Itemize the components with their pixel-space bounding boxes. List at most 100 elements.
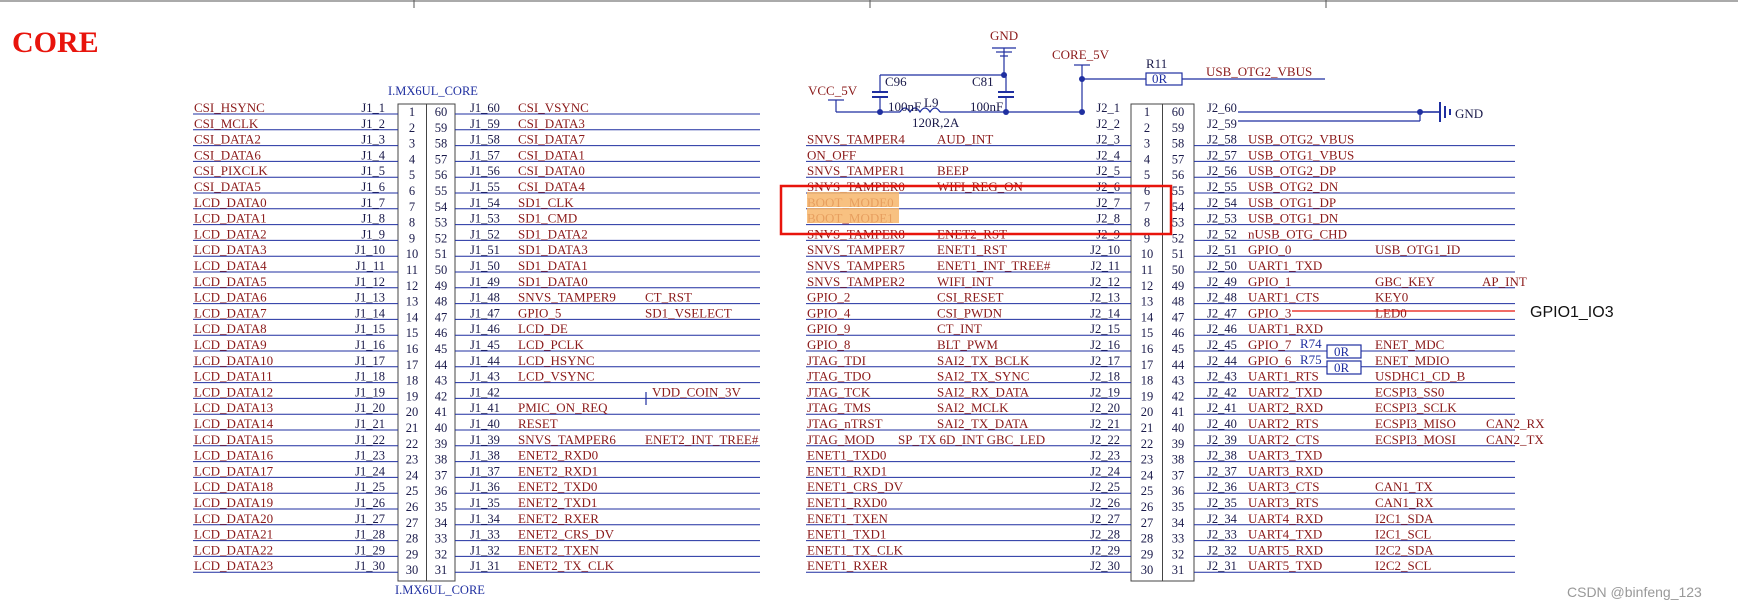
j2-pin-number-right: 34 (1172, 516, 1185, 530)
j1-left-net: LCD_DATA12 (194, 384, 273, 399)
j1-right-net-2: VDD_COIN_3V (652, 384, 741, 399)
j2-pin-number-right: 57 (1172, 152, 1185, 166)
j1-right-pin: J1_41 (470, 401, 500, 415)
j1-left-net: LCD_DATA14 (194, 416, 274, 431)
j2-left-net-2: CSI_RESET (937, 290, 1004, 305)
j1-left-pin: J1_9 (361, 227, 385, 241)
j1-right-pin: J1_33 (470, 528, 500, 542)
j1-left-net: LCD_DATA1 (194, 211, 267, 226)
j2-right-net: GPIO_1 (1248, 274, 1291, 289)
j1-pin-number-right: 57 (435, 152, 448, 166)
j2-pin-number-left: 1 (1144, 105, 1150, 119)
j2-right-net-2: I2C2_SDA (1375, 542, 1434, 557)
j2-right-pin: J2_47 (1207, 306, 1237, 320)
j1-pin-number-right: 48 (435, 295, 448, 309)
j2-pin-number-left: 11 (1141, 263, 1153, 277)
j2-right-net: UART1_RXD (1248, 321, 1323, 336)
j1-pin-number-right: 40 (435, 421, 448, 435)
j1-left-pin: J1_27 (355, 512, 385, 526)
j2-pin-number-right: 58 (1172, 137, 1185, 151)
j2-left-net: GPIO_8 (807, 337, 850, 352)
j2-right-net: UART2_TXD (1248, 384, 1322, 399)
j1-left-pin: J1_7 (361, 196, 385, 210)
j2-left-net: ENET1_TXD1 (807, 527, 886, 542)
j2-right-net: UART4_TXD (1248, 527, 1322, 542)
j1-left-pin: J1_5 (361, 164, 385, 178)
j1-left-net: LCD_DATA23 (194, 558, 273, 573)
j1-left-net: CSI_DATA5 (194, 179, 261, 194)
j2-left-pin: J2_24 (1090, 464, 1121, 478)
j2-left-pin: J2_13 (1090, 291, 1120, 305)
j2-left-pin: J2_17 (1090, 354, 1120, 368)
j2-pin-number-left: 23 (1141, 453, 1154, 467)
j2-right-pin: J2_56 (1207, 164, 1237, 178)
j2-right-net-2: CAN1_TX (1375, 479, 1433, 494)
j1-left-net: LCD_DATA6 (194, 290, 267, 305)
j2-right-net: nUSB_OTG_CHD (1248, 226, 1347, 241)
j1-right-pin: J1_43 (470, 370, 500, 384)
j1-left-net: CSI_PIXCLK (194, 163, 268, 178)
j1-right-net: SNVS_TAMPER6 (518, 432, 616, 447)
j2-right-pin: J2_58 (1207, 133, 1237, 147)
j2-left-pin: J2_28 (1090, 528, 1120, 542)
j1-left-pin: J1_16 (355, 338, 385, 352)
j2-pin-number-right: 52 (1172, 231, 1185, 245)
j2-pin-number-left: 26 (1141, 500, 1154, 514)
j1-pin-number-right: 53 (435, 216, 448, 230)
j2-pin-number-right: 38 (1172, 453, 1185, 467)
j2-pin-number-left: 25 (1141, 484, 1154, 498)
j2-right-net-2: I2C1_SDA (1375, 511, 1434, 526)
j2-pin-number-right: 33 (1172, 532, 1185, 546)
j2-pin-number-right: 55 (1172, 184, 1185, 198)
j2-pin-number-left: 21 (1141, 421, 1154, 435)
j2-left-net: JTAG_TDI (807, 353, 866, 368)
j2-left-pin: J2_11 (1091, 259, 1120, 273)
j1-right-net: LCD_PCLK (518, 337, 584, 352)
j1-right-pin: J1_42 (470, 385, 500, 399)
j2-right-pin: J2_42 (1207, 385, 1237, 399)
j2-right-net-2: KEY0 (1375, 290, 1408, 305)
j1-left-pin: J1_24 (355, 464, 386, 478)
j2-left-net-2: CSI_PWDN (937, 305, 1003, 320)
j1-pin-number-left: 27 (406, 516, 419, 530)
j1-left-pin: J1_2 (361, 117, 385, 131)
gpio1-io3-annotation: GPIO1_IO3 (1530, 304, 1614, 321)
j2-left-net-2: SAI2_TX_SYNC (937, 369, 1029, 384)
j1-left-pin: J1_10 (355, 243, 385, 257)
j2-right-net-2: ENET_MDIO (1375, 353, 1449, 368)
j1-right-net: ENET2_RXD0 (518, 448, 598, 463)
j1-left-net: LCD_DATA5 (194, 274, 267, 289)
j1-left-net: CSI_DATA6 (194, 147, 261, 162)
j2-right-pin: J2_32 (1207, 543, 1237, 557)
j2-right-net: UART1_TXD (1248, 258, 1322, 273)
j1-left-net: LCD_DATA16 (194, 448, 274, 463)
j1-left-net: LCD_DATA8 (194, 321, 267, 336)
highlight-boot-mode1 (807, 208, 899, 223)
j2-right-pin: J2_55 (1207, 180, 1237, 194)
j2-pin-number-left: 28 (1141, 532, 1154, 546)
j1-pin-number-left: 16 (406, 342, 419, 356)
j1-right-net: CSI_VSYNC (518, 100, 589, 115)
j1-left-net: LCD_DATA13 (194, 400, 273, 415)
j1-pin-number-left: 3 (409, 137, 415, 151)
j1-left-net: LCD_DATA19 (194, 495, 273, 510)
j2-right-net-2: USDHC1_CD_B (1375, 369, 1466, 384)
j1-left-pin: J1_6 (361, 180, 385, 194)
j1-pin-number-right: 56 (435, 168, 448, 182)
j1-left-net: LCD_DATA17 (194, 463, 274, 478)
j2-left-net: SNVS_TAMPER2 (807, 274, 905, 289)
j2-pin-number-left: 30 (1141, 563, 1154, 577)
j1-right-pin: J1_56 (470, 164, 500, 178)
j2-pin-number-right: 49 (1172, 279, 1185, 293)
j2-left-net: ENET1_TXD0 (807, 448, 886, 463)
j2-pin-number-right: 36 (1172, 484, 1185, 498)
j2-pin-number-left: 16 (1141, 342, 1154, 356)
j1-right-pin: J1_51 (470, 243, 500, 257)
j2-right-pin: J2_51 (1207, 243, 1237, 257)
j2-left-net-2: BEEP (937, 163, 969, 178)
j2-left-net-2: WIFI_INT (937, 274, 993, 289)
j2-pin-number-right: 41 (1172, 405, 1185, 419)
j2-left-pin: J2_12 (1090, 275, 1120, 289)
j2-pin-number-right: 50 (1172, 263, 1185, 277)
j2-pin-number-right: 48 (1172, 295, 1185, 309)
